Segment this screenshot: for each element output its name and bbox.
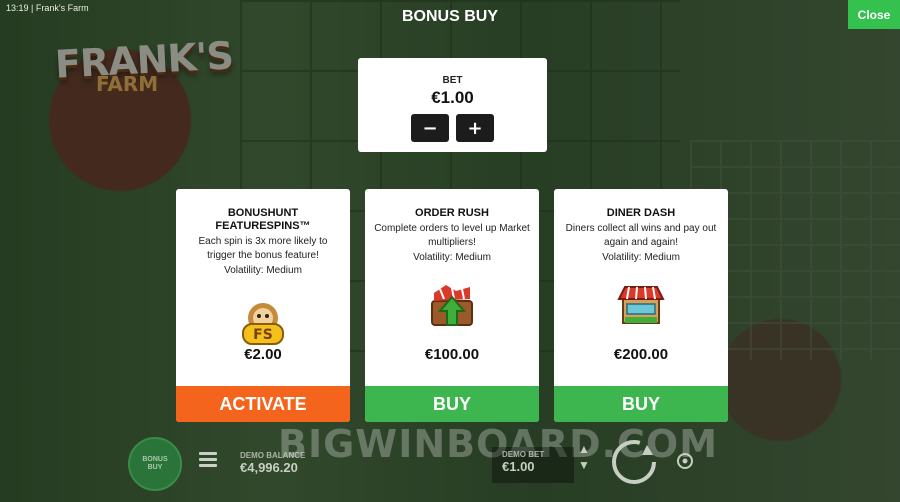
- balance-value: €4,996.20: [240, 460, 298, 475]
- modal-title: BONUS BUY: [401, 8, 498, 25]
- bet-label: BET: [442, 75, 463, 86]
- feature-volatility: Volatility: Medium: [602, 252, 680, 263]
- feature-name: BONUSHUNT FEATURESPINS™: [215, 207, 311, 232]
- increase-bet-button[interactable]: +: [456, 114, 494, 142]
- order-crate-arrow-icon: [426, 279, 478, 331]
- activate-button[interactable]: ACTIVATE: [176, 386, 350, 422]
- demo-bet-label: DEMO BET: [502, 450, 545, 459]
- demo-bet-value: €1.00: [502, 459, 535, 474]
- spin-icon: [612, 440, 656, 484]
- spin-button[interactable]: [609, 437, 659, 487]
- feature-price: €2.00: [244, 346, 282, 363]
- feature-description: Complete orders to level up Market multi…: [374, 223, 530, 248]
- feature-description: Diners collect all wins and pay out agai…: [565, 223, 717, 248]
- bonus-buy-label-line2: BUY: [147, 464, 163, 471]
- autoplay-icon: [677, 453, 693, 469]
- demo-balance: DEMO BALANCE €4,996.20: [240, 451, 305, 475]
- feature-card-order-rush: ORDER RUSH Complete orders to level up M…: [365, 189, 539, 422]
- feature-name: ORDER RUSH: [415, 207, 489, 219]
- buy-order-rush-button[interactable]: BUY: [365, 386, 539, 422]
- close-button[interactable]: Close: [848, 0, 900, 29]
- feature-volatility: Volatility: Medium: [413, 252, 491, 263]
- bet-change-arrows[interactable]: ▲ ▼: [576, 441, 592, 475]
- bonus-buy-label-line1: BONUS: [142, 456, 168, 463]
- demo-bet-display[interactable]: DEMO BET €1.00: [492, 447, 574, 483]
- feature-name: DINER DASH: [606, 207, 676, 219]
- feature-card-bonushunt: BONUSHUNT FEATURESPINS™ Each spin is 3x …: [176, 189, 350, 422]
- feature-price: €100.00: [424, 346, 480, 363]
- featurespins-sloth-icon: FS: [237, 296, 289, 348]
- diner-building-icon: [615, 279, 667, 331]
- bonus-buy-button[interactable]: BONUS BUY: [128, 437, 182, 491]
- balance-label: DEMO BALANCE: [240, 451, 306, 460]
- autoplay-button[interactable]: [676, 452, 694, 470]
- feature-description: Each spin is 3x more likely to trigger t…: [198, 236, 328, 261]
- feature-price: €200.00: [613, 346, 669, 363]
- chevron-down-icon[interactable]: ▼: [576, 457, 592, 473]
- feature-volatility: Volatility: Medium: [224, 265, 302, 276]
- decrease-bet-button[interactable]: −: [411, 114, 449, 142]
- fs-icon-text: FS: [253, 327, 273, 343]
- menu-icon[interactable]: [199, 452, 217, 468]
- buy-diner-dash-button[interactable]: BUY: [554, 386, 728, 422]
- bet-panel: BET €1.00 − +: [358, 58, 547, 152]
- chevron-up-icon[interactable]: ▲: [576, 441, 592, 457]
- bet-value: €1.00: [431, 88, 474, 107]
- feature-card-diner-dash: DINER DASH Diners collect all wins and p…: [554, 189, 728, 422]
